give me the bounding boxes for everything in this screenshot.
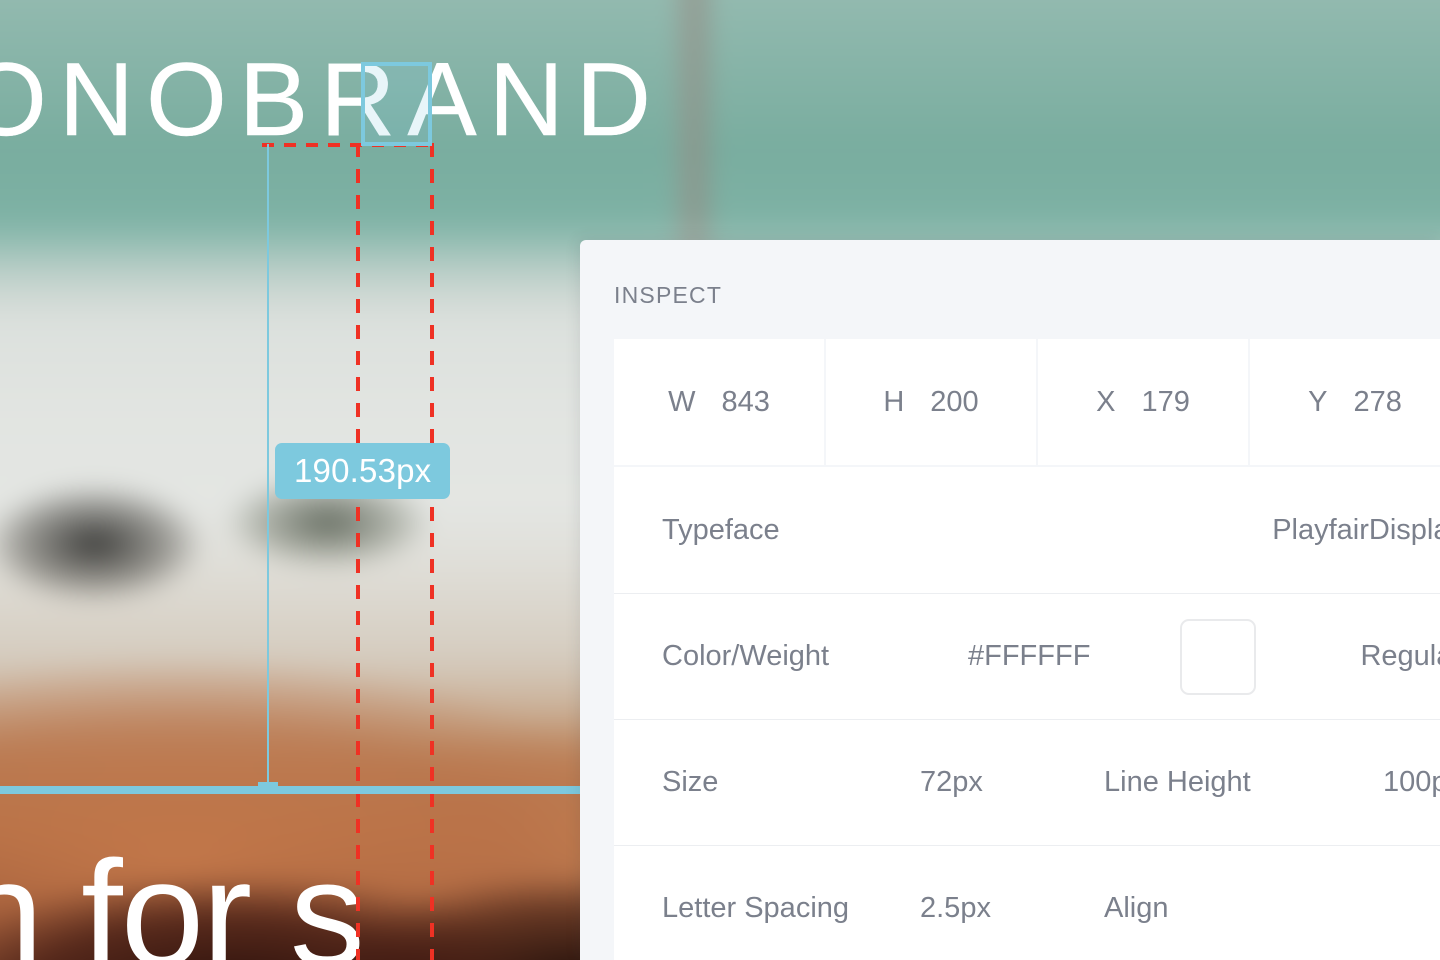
size-label: Size bbox=[662, 766, 719, 798]
metric-key-x: X bbox=[1096, 385, 1116, 418]
font-weight-value: Regular bbox=[1360, 640, 1440, 672]
guide-line-horizontal bbox=[0, 786, 580, 794]
line-height-label: Line Height bbox=[1104, 766, 1251, 798]
metric-cell-y[interactable]: Y 278 bbox=[1250, 339, 1440, 465]
letter-spacing-label: Letter Spacing bbox=[662, 892, 850, 924]
hero-headline-top[interactable]: ONOBRAND bbox=[0, 48, 663, 152]
metric-cell-x[interactable]: X 179 bbox=[1038, 339, 1248, 465]
metric-key-w: W bbox=[668, 385, 696, 418]
selection-box[interactable] bbox=[361, 62, 432, 146]
property-row-size[interactable]: Size 72px Line Height 100px bbox=[614, 719, 1440, 845]
color-swatch[interactable] bbox=[1180, 618, 1256, 695]
metric-cell-height[interactable]: H 200 bbox=[826, 339, 1036, 465]
metric-value-y: 278 bbox=[1353, 385, 1402, 418]
measurement-badge: 190.53px bbox=[275, 443, 451, 499]
align-label: Align bbox=[1104, 892, 1169, 924]
metric-cell-width[interactable]: W 843 bbox=[614, 339, 824, 465]
typeface-label: Typeface bbox=[662, 513, 780, 546]
metric-value-w: 843 bbox=[721, 385, 770, 418]
color-hex-value: #FFFFFF bbox=[968, 640, 1091, 672]
typeface-value: PlayfairDisplay bbox=[1272, 513, 1440, 546]
metrics-row: W 843 H 200 X 179 Y 278 bbox=[614, 339, 1440, 465]
property-row-typeface[interactable]: Typeface PlayfairDisplay bbox=[614, 467, 1440, 593]
measure-line-vertical bbox=[267, 144, 269, 790]
size-value: 72px bbox=[920, 766, 983, 798]
property-row-letter-spacing[interactable]: Letter Spacing 2.5px Align bbox=[614, 845, 1440, 960]
property-rows: Typeface PlayfairDisplay Color/Weight #F… bbox=[614, 467, 1440, 960]
inspect-panel: INSPECT W 843 H 200 X 179 Y 278 Typeface… bbox=[580, 240, 1440, 960]
line-height-value: 100px bbox=[1382, 766, 1440, 798]
guide-dashed-vertical-right bbox=[430, 143, 434, 960]
property-row-color-weight[interactable]: Color/Weight #FFFFFF Regular bbox=[614, 593, 1440, 719]
metric-key-y: Y bbox=[1308, 385, 1328, 418]
guide-dashed-vertical-left bbox=[356, 143, 360, 960]
metric-value-h: 200 bbox=[930, 385, 979, 418]
color-weight-label: Color/Weight bbox=[662, 640, 830, 672]
inspect-panel-title: INSPECT bbox=[614, 282, 723, 308]
metric-key-h: H bbox=[883, 385, 905, 418]
metric-value-x: 179 bbox=[1141, 385, 1190, 418]
letter-spacing-value: 2.5px bbox=[920, 892, 991, 924]
hero-headline-bottom[interactable]: n for s bbox=[0, 838, 365, 960]
